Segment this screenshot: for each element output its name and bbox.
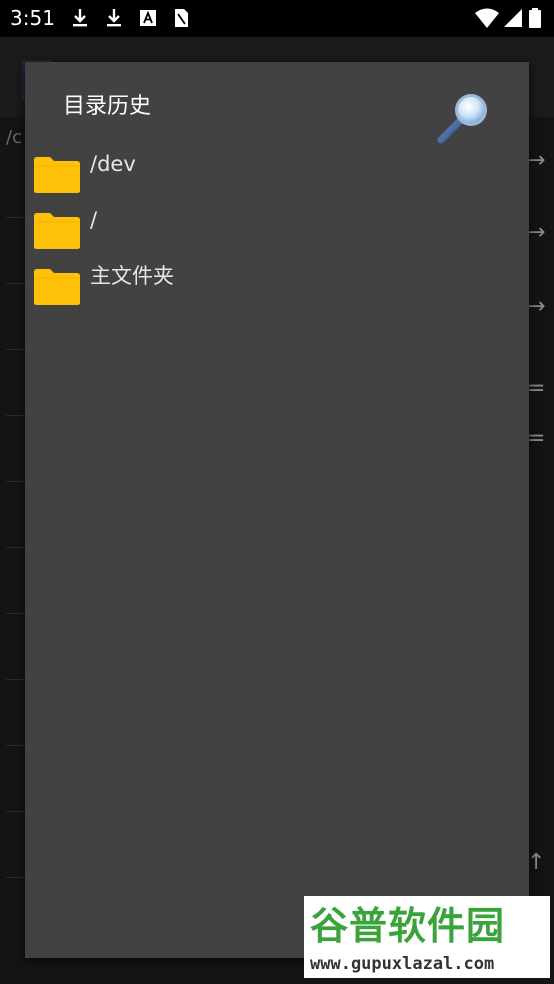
background-divider (6, 877, 26, 878)
background-divider (6, 349, 26, 350)
arrow-right-icon: → (527, 294, 546, 319)
history-list: /dev / 主文件夹 (25, 144, 529, 312)
battery-icon (527, 7, 543, 29)
wifi-icon (474, 7, 500, 29)
arrow-up-icon: ↑ (527, 850, 546, 875)
status-time: 3:51 (10, 6, 55, 30)
search-button[interactable] (435, 90, 495, 146)
history-item-label: / (90, 208, 98, 232)
download-icon (103, 7, 125, 29)
history-item-home[interactable]: 主文件夹 (25, 256, 529, 312)
menu-lines-icon: = (527, 376, 546, 401)
watermark: 谷普软件园 www.gupuxlazal.com (304, 896, 550, 978)
screen: /c → → → = = ↑ 3:51 目录历史 /dev / 主文件夹 谷普软… (0, 0, 554, 984)
background-divider (6, 613, 26, 614)
history-item-label: 主文件夹 (90, 264, 174, 288)
background-path-text: /c (6, 127, 22, 148)
arrow-right-icon: → (527, 220, 546, 245)
background-divider (6, 481, 26, 482)
history-item-label: /dev (90, 152, 136, 176)
font-icon (137, 7, 159, 29)
history-item-root[interactable]: / (25, 200, 529, 256)
directory-history-dialog: 目录历史 /dev / 主文件夹 (25, 62, 529, 958)
background-divider (6, 679, 26, 680)
folder-icon (33, 268, 81, 306)
folder-icon (33, 212, 81, 250)
dialog-title: 目录历史 (63, 94, 152, 119)
background-divider (6, 217, 26, 218)
background-divider (6, 811, 26, 812)
watermark-title: 谷普软件园 (310, 904, 506, 948)
folder-icon (33, 156, 81, 194)
background-divider (6, 745, 26, 746)
history-item-dev[interactable]: /dev (25, 144, 529, 200)
status-bar: 3:51 (0, 0, 554, 37)
arrow-right-icon: → (527, 148, 546, 173)
background-divider (6, 415, 26, 416)
magnifier-icon (437, 94, 487, 144)
download-icon (69, 7, 91, 29)
menu-lines-icon: = (527, 426, 546, 451)
signal-icon (502, 7, 524, 29)
background-divider (6, 547, 26, 548)
background-divider (6, 283, 26, 284)
sim-icon (170, 7, 192, 29)
watermark-url: www.gupuxlazal.com (310, 954, 495, 974)
